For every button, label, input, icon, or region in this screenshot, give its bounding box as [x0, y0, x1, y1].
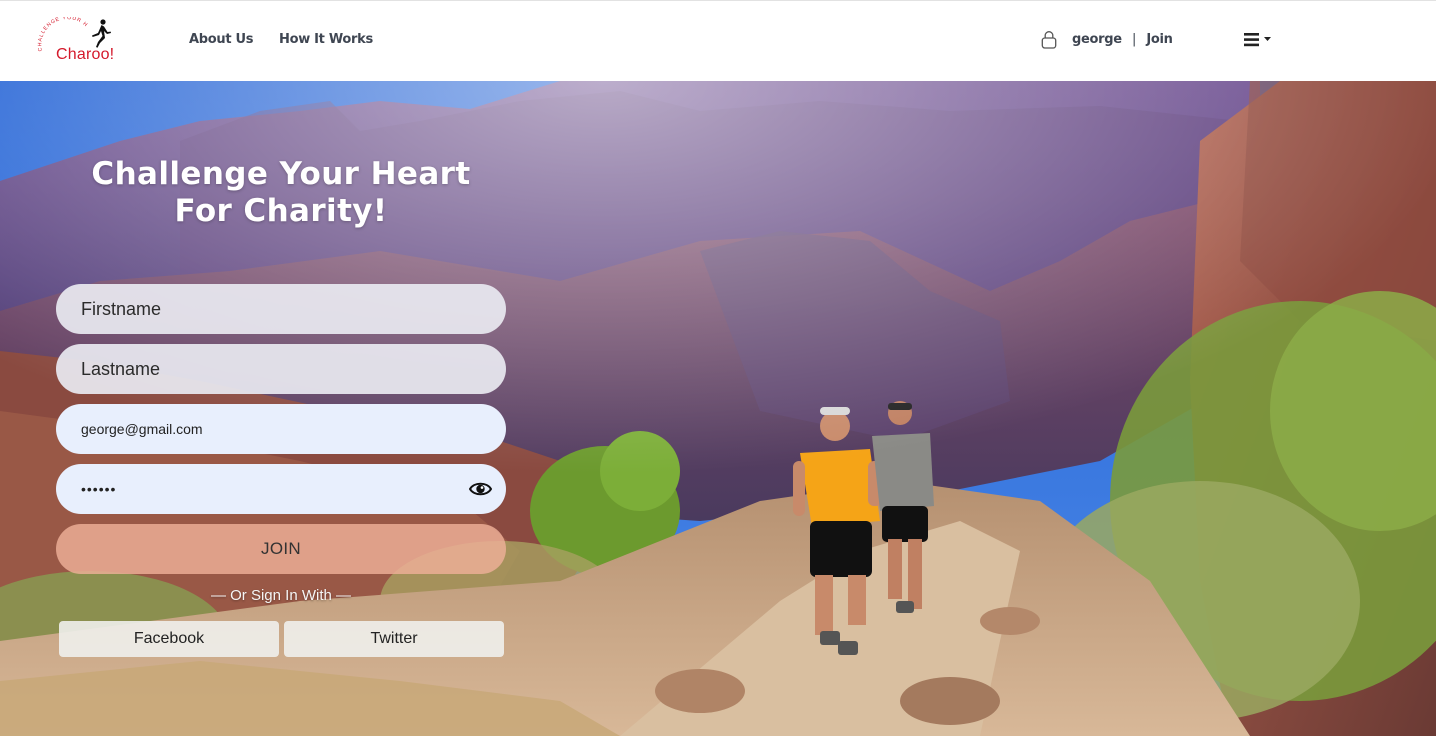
or-sign-in-divider: — Or Sign In With —: [210, 587, 352, 604]
eye-icon[interactable]: [469, 479, 492, 499]
facebook-signin-button[interactable]: Facebook: [59, 621, 279, 657]
runner-icon: [92, 19, 111, 48]
nav-link-about-us[interactable]: About Us: [189, 32, 253, 47]
brand-logo[interactable]: CHALLENGE YOUR HEART Charoo!: [34, 17, 120, 67]
join-button[interactable]: JOIN: [56, 524, 506, 574]
hero-headline-line-2: For Charity!: [174, 193, 388, 229]
nav-link-how-it-works[interactable]: How It Works: [279, 32, 373, 47]
user-account-area: george | Join: [1072, 32, 1173, 47]
user-separator: |: [1132, 32, 1137, 47]
join-link[interactable]: Join: [1146, 32, 1173, 47]
lastname-input[interactable]: [56, 344, 506, 394]
twitter-signin-button[interactable]: Twitter: [284, 621, 504, 657]
password-input[interactable]: [56, 464, 506, 514]
brand-name: Charoo!: [56, 46, 115, 63]
top-navbar: CHALLENGE YOUR HEART Charoo! About Us Ho…: [0, 0, 1436, 81]
user-icon[interactable]: [1041, 30, 1057, 49]
hamburger-menu-icon[interactable]: [1244, 31, 1274, 49]
username-label[interactable]: george: [1072, 32, 1122, 47]
firstname-input[interactable]: [56, 284, 506, 334]
hero-headline: Challenge Your Heart For Charity!: [56, 156, 506, 230]
email-input[interactable]: [56, 404, 506, 454]
chevron-down-icon: [1264, 37, 1271, 41]
hero-headline-line-1: Challenge Your Heart: [91, 156, 471, 192]
